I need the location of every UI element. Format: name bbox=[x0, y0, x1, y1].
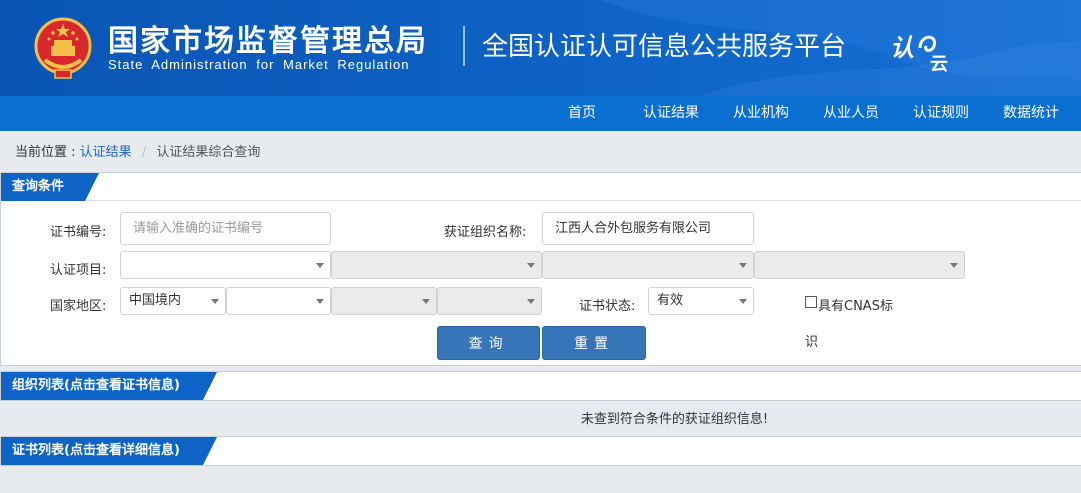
nav-cert-rules[interactable]: 认证规则 bbox=[913, 96, 969, 131]
cert-no-input[interactable]: 请输入准确的证书编号 bbox=[120, 212, 331, 245]
nav-home[interactable]: 首页 bbox=[568, 96, 596, 131]
project-select-3[interactable] bbox=[542, 251, 754, 279]
reset-button[interactable]: 重置 bbox=[542, 326, 646, 360]
org-list-panel: 组织列表(点击查看证书信息) bbox=[0, 371, 1081, 401]
chevron-down-icon bbox=[422, 299, 430, 304]
region-select-province[interactable] bbox=[226, 287, 331, 315]
site-header: 国家市场监督管理总局 State Administration for Mark… bbox=[0, 0, 1081, 96]
main-nav: 首页 认证结果 从业机构 从业人员 认证规则 数据统计 bbox=[0, 96, 1081, 131]
project-select-1[interactable] bbox=[120, 251, 331, 279]
agency-title-cn: 国家市场监督管理总局 bbox=[108, 24, 428, 59]
org-list-empty-message: 未查到符合条件的获证组织信息! bbox=[580, 412, 769, 427]
chevron-down-icon bbox=[316, 263, 324, 268]
org-list-tab[interactable]: 组织列表(点击查看证书信息) bbox=[1, 372, 180, 400]
search-button[interactable]: 查询 bbox=[437, 326, 540, 360]
org-name-input[interactable]: 江西人合外包服务有限公司 bbox=[542, 212, 754, 245]
region-label: 国家地区: bbox=[50, 299, 107, 314]
svg-text:认: 认 bbox=[890, 34, 914, 62]
org-list-header: 组织列表(点击查看证书信息) bbox=[1, 372, 1081, 400]
platform-title: 全国认证认可信息公共服务平台 bbox=[482, 32, 847, 62]
region-select-value: 中国境内 bbox=[129, 293, 182, 308]
status-label: 证书状态: bbox=[579, 299, 636, 314]
project-select-2[interactable] bbox=[331, 251, 542, 279]
status-select-value: 有效 bbox=[657, 293, 684, 308]
header-divider bbox=[463, 26, 465, 66]
project-label: 认证项目: bbox=[50, 263, 107, 278]
chevron-down-icon bbox=[739, 299, 747, 304]
query-tab: 查询条件 bbox=[12, 179, 65, 194]
status-select[interactable]: 有效 bbox=[648, 287, 754, 315]
cert-list-panel: 证书列表(点击查看详细信息) bbox=[0, 436, 1081, 466]
chevron-down-icon bbox=[211, 299, 219, 304]
region-select-city[interactable] bbox=[331, 287, 437, 315]
cert-list-header: 证书列表(点击查看详细信息) bbox=[1, 437, 1081, 465]
breadcrumb-link-cert-results[interactable]: 认证结果 bbox=[80, 145, 132, 160]
national-emblem-icon bbox=[34, 17, 92, 79]
cnas-label-line2: 识 bbox=[805, 335, 819, 350]
nav-statistics[interactable]: 数据统计 bbox=[1003, 96, 1059, 131]
query-panel-header: 查询条件 bbox=[1, 173, 1081, 201]
agency-title-en: State Administration for Market Regulati… bbox=[108, 57, 410, 72]
region-select-district[interactable] bbox=[437, 287, 542, 315]
cnas-label-line1: 具有CNAS标 bbox=[818, 299, 893, 314]
chevron-down-icon bbox=[527, 299, 535, 304]
svg-text:云: 云 bbox=[930, 54, 948, 74]
breadcrumb-current: 认证结果综合查询 bbox=[156, 145, 261, 160]
chevron-down-icon bbox=[316, 299, 324, 304]
chevron-down-icon bbox=[739, 263, 747, 268]
cert-list-tab[interactable]: 证书列表(点击查看详细信息) bbox=[1, 437, 180, 465]
org-name-label: 获证组织名称: bbox=[444, 225, 527, 240]
breadcrumb-separator: / bbox=[141, 145, 147, 160]
region-select-country[interactable]: 中国境内 bbox=[120, 287, 226, 315]
breadcrumb-prefix: 当前位置 : bbox=[15, 145, 76, 160]
cnas-checkbox[interactable] bbox=[805, 296, 817, 308]
nav-personnel[interactable]: 从业人员 bbox=[823, 96, 879, 131]
project-select-4[interactable] bbox=[754, 251, 965, 279]
breadcrumb: 当前位置 : 认证结果 / 认证结果综合查询 bbox=[15, 141, 260, 160]
renyun-logo-icon: 认 云 bbox=[890, 34, 948, 74]
cert-no-label: 证书编号: bbox=[50, 225, 107, 240]
chevron-down-icon bbox=[950, 263, 958, 268]
chevron-down-icon bbox=[527, 263, 535, 268]
nav-cert-results[interactable]: 认证结果 bbox=[643, 96, 699, 131]
nav-institutions[interactable]: 从业机构 bbox=[733, 96, 789, 131]
